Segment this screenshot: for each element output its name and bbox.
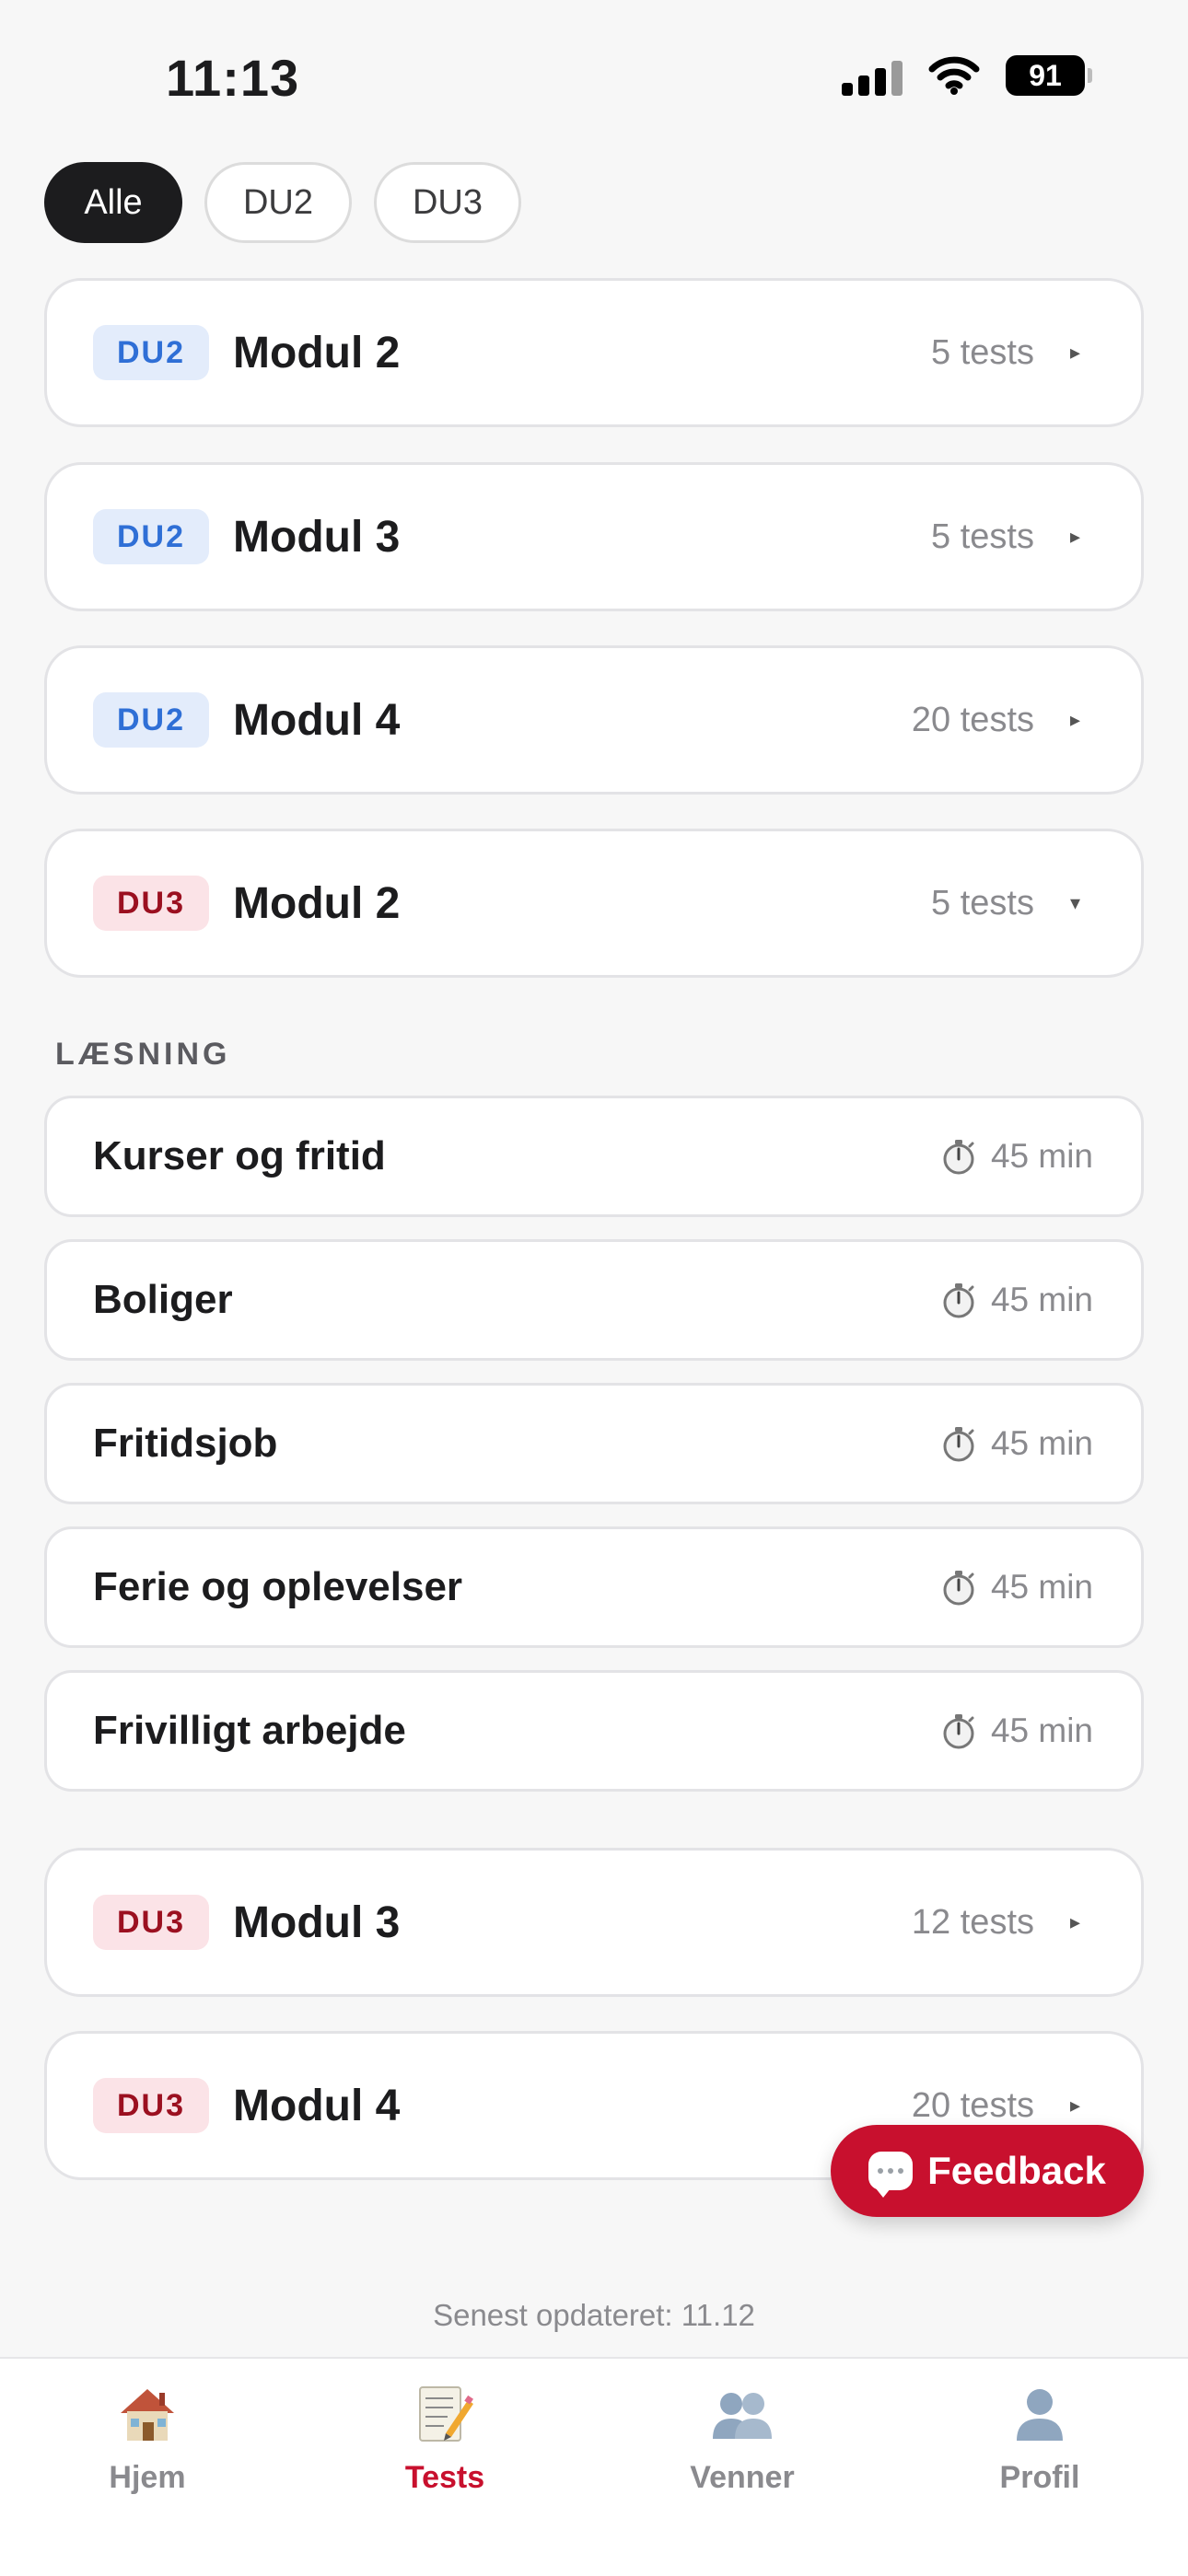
duration: 45 min: [939, 1568, 1093, 1607]
reading-test-row[interactable]: Ferie og oplevelser 45 min: [44, 1526, 1144, 1648]
module-card[interactable]: DU3 Modul 3 12 tests ▸: [44, 1848, 1144, 1997]
level-badge: DU3: [93, 876, 210, 931]
cellular-signal-icon: [842, 55, 903, 96]
stopwatch-icon: [943, 1283, 974, 1318]
chevron-right-icon: ▸: [1069, 525, 1080, 548]
module-title: Modul 4: [233, 2081, 401, 2130]
tab-hjem[interactable]: Hjem: [55, 2377, 239, 2496]
reading-test-title: Kurser og fritid: [93, 1133, 386, 1178]
filter-chip-du2[interactable]: DU2: [204, 162, 352, 243]
tab-label: Profil: [999, 2460, 1080, 2495]
chevron-right-icon: ▸: [1069, 1910, 1080, 1933]
reading-test-row[interactable]: Kurser og fritid 45 min: [44, 1096, 1144, 1217]
reading-test-row[interactable]: Boliger 45 min: [44, 1239, 1144, 1361]
test-count: 20 tests: [911, 700, 1034, 739]
chevron-down-icon: ▾: [1069, 891, 1080, 914]
module-title: Modul 2: [233, 878, 401, 928]
battery-level: 91: [1029, 58, 1062, 92]
duration-text: 45 min: [990, 1281, 1093, 1318]
stopwatch-icon: [943, 1714, 974, 1749]
stopwatch-icon: [943, 1571, 974, 1606]
feedback-label: Feedback: [927, 2149, 1106, 2192]
tab-label: Hjem: [109, 2460, 186, 2495]
profile-icon: [1003, 2377, 1077, 2451]
reading-test-title: Boliger: [93, 1277, 233, 1322]
tab-bar: Hjem Tests Venner Profil: [0, 2357, 1188, 2576]
duration: 45 min: [939, 1712, 1093, 1750]
filter-chip-alle[interactable]: Alle: [44, 162, 182, 243]
duration-text: 45 min: [990, 1424, 1093, 1462]
chevron-right-icon: ▸: [1069, 341, 1080, 364]
test-count: 12 tests: [911, 1902, 1034, 1942]
status-icons: 91: [842, 55, 1092, 96]
level-badge: DU3: [93, 1895, 210, 1950]
tab-tests[interactable]: Tests: [353, 2377, 537, 2496]
duration-text: 45 min: [990, 1137, 1093, 1175]
module-card[interactable]: DU2 Modul 2 5 tests ▸: [44, 278, 1144, 427]
module-card[interactable]: DU2 Modul 3 5 tests ▸: [44, 462, 1144, 611]
status-time: 11:13: [166, 49, 300, 107]
chevron-right-icon: ▸: [1069, 2094, 1080, 2117]
house-icon: [111, 2377, 184, 2451]
filter-chips: Alle DU2 DU3: [44, 162, 521, 243]
test-count: 20 tests: [911, 2085, 1034, 2125]
module-card-expanded[interactable]: DU3 Modul 2 5 tests ▾: [44, 829, 1144, 978]
reading-test-row[interactable]: Fritidsjob 45 min: [44, 1383, 1144, 1504]
module-card[interactable]: DU2 Modul 4 20 tests ▸: [44, 645, 1144, 795]
duration: 45 min: [939, 1137, 1093, 1176]
wifi-icon: [928, 56, 980, 95]
stopwatch-icon: [943, 1427, 974, 1462]
module-title: Modul 2: [233, 328, 401, 377]
duration-text: 45 min: [990, 1712, 1093, 1749]
test-count: 5 tests: [931, 332, 1034, 372]
reading-test-title: Ferie og oplevelser: [93, 1564, 463, 1609]
memo-icon: [408, 2377, 482, 2451]
feedback-button[interactable]: Feedback: [831, 2125, 1144, 2217]
section-heading: LÆSNING: [55, 1037, 231, 1072]
reading-test-title: Fritidsjob: [93, 1421, 278, 1466]
module-title: Modul 4: [233, 695, 401, 745]
test-count: 5 tests: [931, 516, 1034, 556]
reading-test-row[interactable]: Frivilligt arbejde 45 min: [44, 1670, 1144, 1792]
tab-profil[interactable]: Profil: [948, 2377, 1132, 2496]
level-badge: DU2: [93, 509, 210, 564]
level-badge: DU3: [93, 2078, 210, 2133]
tab-venner[interactable]: Venner: [650, 2377, 834, 2496]
duration: 45 min: [939, 1281, 1093, 1319]
battery-icon: 91: [1006, 55, 1092, 96]
module-title: Modul 3: [233, 1897, 401, 1947]
duration-text: 45 min: [990, 1568, 1093, 1606]
module-title: Modul 3: [233, 512, 401, 562]
test-count: 5 tests: [931, 883, 1034, 922]
filter-chip-du3[interactable]: DU3: [374, 162, 521, 243]
reading-test-title: Frivilligt arbejde: [93, 1708, 406, 1753]
stopwatch-icon: [943, 1140, 974, 1175]
friends-icon: [705, 2377, 779, 2451]
speech-bubble-icon: [868, 2152, 914, 2198]
tab-label: Venner: [690, 2460, 795, 2495]
level-badge: DU2: [93, 692, 210, 748]
duration: 45 min: [939, 1424, 1093, 1463]
level-badge: DU2: [93, 325, 210, 380]
tab-label: Tests: [404, 2460, 485, 2495]
chevron-right-icon: ▸: [1069, 708, 1080, 731]
last-updated-text: Senest opdateret: 11.12: [433, 2298, 755, 2332]
status-bar: 11:13 91: [0, 0, 1188, 157]
